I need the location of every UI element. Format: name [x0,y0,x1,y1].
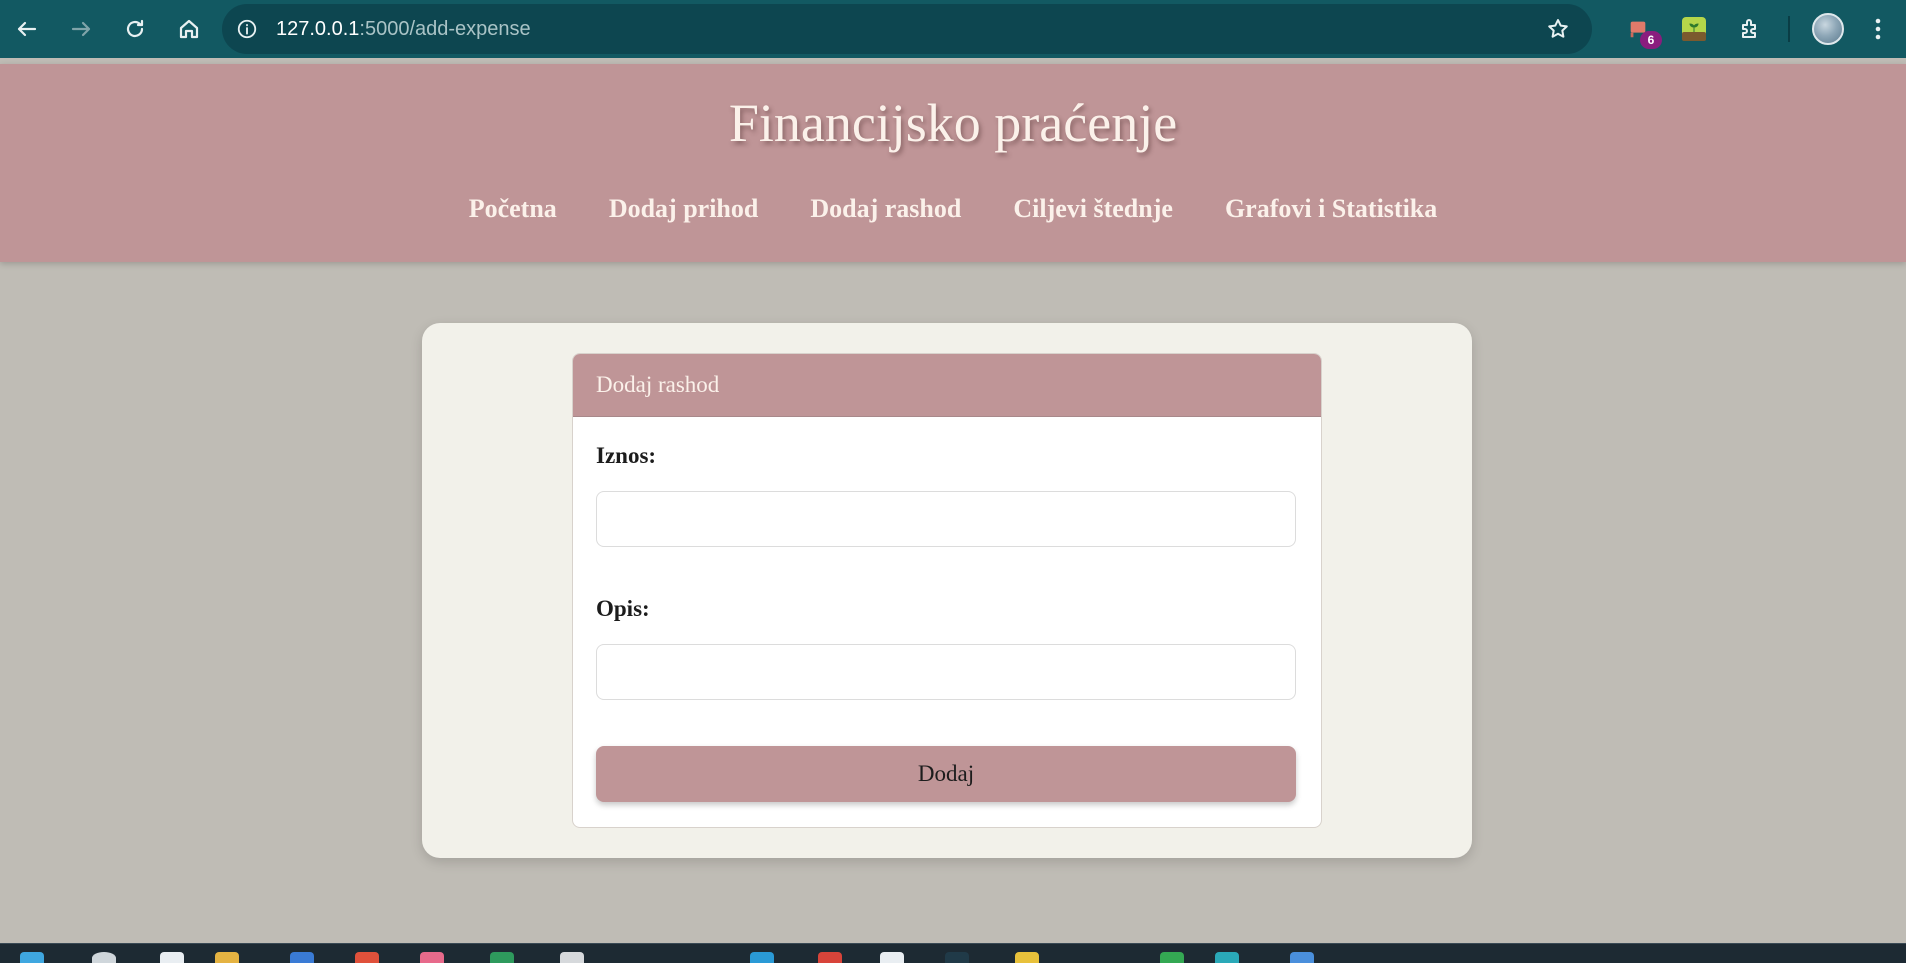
app-icon-4[interactable] [490,952,514,963]
nav-link-dodaj-rashod[interactable]: Dodaj rashod [810,194,961,224]
nav-link-dodaj-prihod[interactable]: Dodaj prihod [609,194,759,224]
os-taskbar [0,943,1906,963]
home-button[interactable] [162,0,216,58]
browser-toolbar: 127.0.0.1:5000/add-expense 6 [0,0,1906,58]
app-icon-3[interactable] [420,952,444,963]
back-button[interactable] [0,0,54,58]
browser-menu-button[interactable] [1856,0,1900,58]
url-path: :5000/add-expense [359,17,531,40]
reload-button[interactable] [108,0,162,58]
expense-form-card: Dodaj rashod Iznos: Opis: Dodaj [572,353,1322,828]
toolbar-separator [1788,16,1790,42]
url-host: 127.0.0.1 [276,17,360,40]
app-icon-10[interactable] [1160,952,1184,963]
start-icon[interactable] [20,952,44,963]
app-icon-1[interactable] [290,952,314,963]
menu-icon [1875,18,1881,40]
site-info-button[interactable] [222,4,272,54]
address-bar[interactable]: 127.0.0.1:5000/add-expense [222,4,1592,54]
extensions-button[interactable] [1722,0,1778,58]
extensions-area: 6 [1610,0,1900,58]
url-text[interactable]: 127.0.0.1:5000/add-expense [276,18,531,41]
description-input[interactable] [596,644,1296,700]
card-header: Dodaj rashod [573,354,1321,417]
search-icon[interactable] [92,952,116,963]
nav-link-ciljevi-stednje[interactable]: Ciljevi štednje [1013,194,1173,224]
content-panel: Dodaj rashod Iznos: Opis: Dodaj [422,323,1472,858]
extension-button-1[interactable]: 6 [1610,0,1666,58]
extensions-icon [1742,19,1756,38]
back-icon [17,21,37,37]
submit-button[interactable]: Dodaj [596,746,1296,802]
app-icon-11[interactable] [1215,952,1239,963]
app-icon-6[interactable] [750,952,774,963]
nav-link-pocetna[interactable]: Početna [469,194,557,224]
site-header: Financijsko praćenje Početna Dodaj priho… [0,64,1906,262]
reload-icon [126,19,144,38]
amount-input[interactable] [596,491,1296,547]
extension-button-2[interactable] [1666,0,1722,58]
nav-link-grafovi-statistika[interactable]: Grafovi i Statistika [1225,194,1437,224]
page-title: Financijsko praćenje [728,93,1178,153]
app-icon-7[interactable] [880,952,904,963]
app-icon-12[interactable] [1290,952,1314,963]
extension-plant-icon [1682,17,1706,41]
amount-label: Iznos: [596,443,657,468]
taskview-icon[interactable] [160,952,184,963]
site-info-icon [237,19,257,39]
app-icon-9[interactable] [1015,952,1039,963]
app-icon-8[interactable] [945,952,969,963]
profile-button[interactable] [1800,0,1856,58]
home-icon [179,19,199,39]
description-label: Opis: [596,596,650,621]
app-icon-5[interactable] [560,952,584,963]
star-icon[interactable] [1546,17,1570,41]
extension-badge: 6 [1640,31,1662,49]
forward-icon [71,21,91,37]
app-icon-2[interactable] [355,952,379,963]
chrome-taskbar-icon[interactable] [818,952,842,963]
site-nav: Početna Dodaj prihod Dodaj rashod Ciljev… [0,194,1906,224]
forward-button[interactable] [54,0,108,58]
file-explorer-icon[interactable] [215,952,239,963]
avatar [1812,13,1844,45]
